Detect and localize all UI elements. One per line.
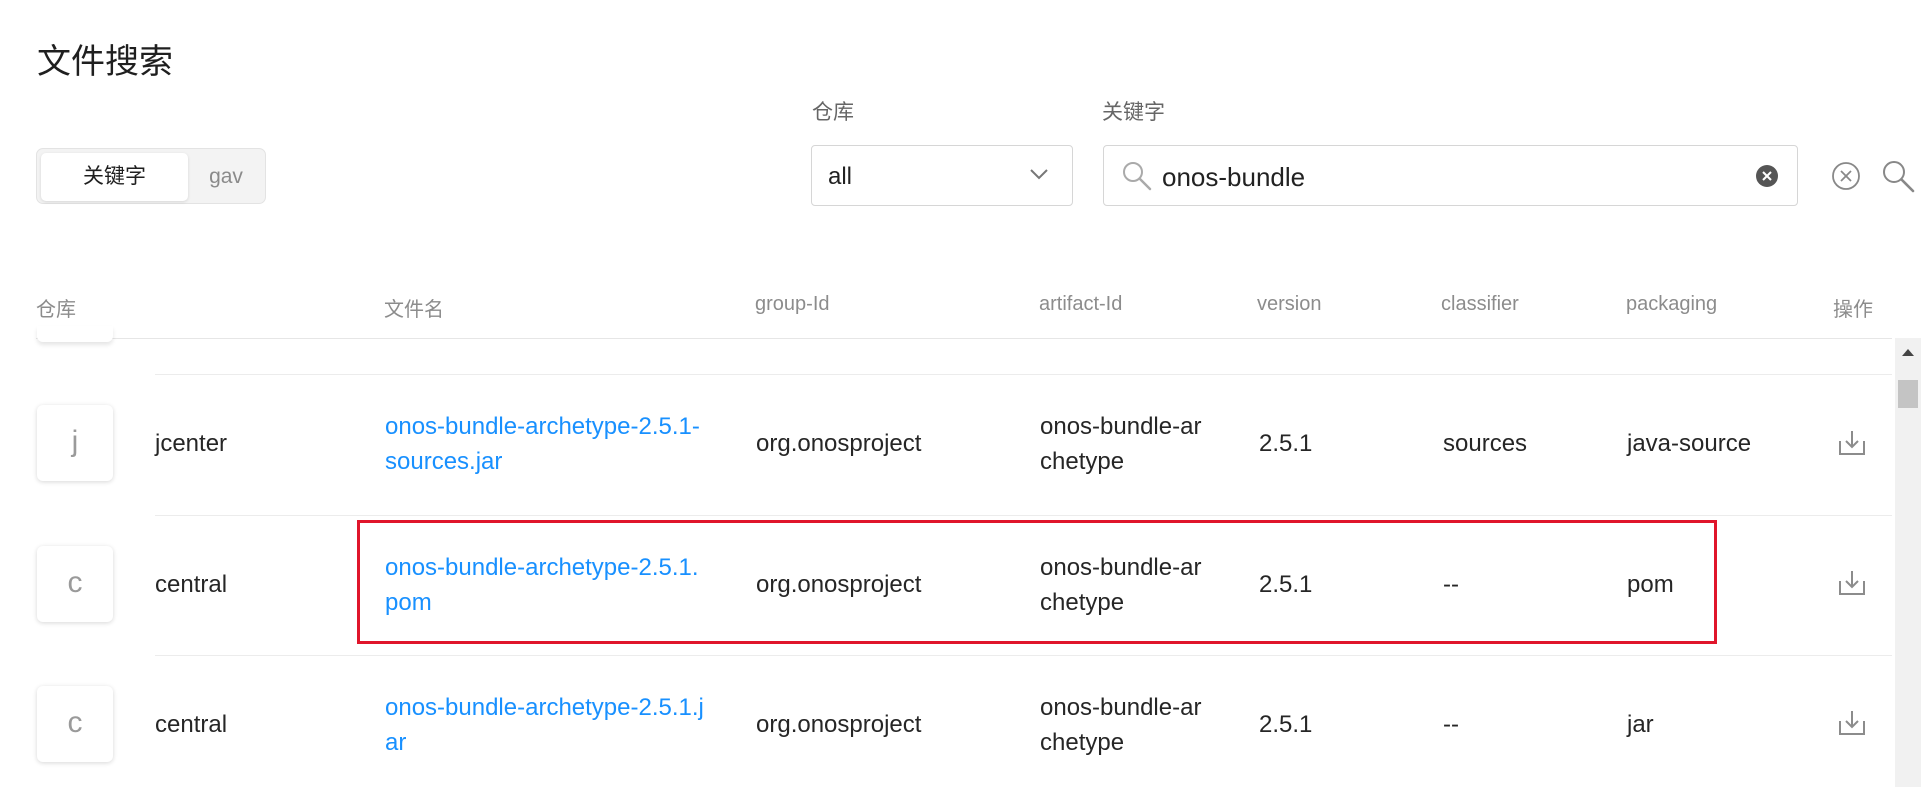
scrollbar-thumb[interactable]: [1898, 380, 1918, 408]
download-icon[interactable]: [1837, 708, 1867, 738]
artifact-id-line: chetype: [1040, 729, 1125, 756]
artifact-id-line: onos-bundle-ar: [1040, 413, 1202, 440]
filename-line: sources.jar: [385, 448, 503, 475]
version-cell: 2.5.1: [1259, 430, 1313, 457]
packaging-cell: jar: [1627, 711, 1654, 738]
search-mode-toggle: 关键字 gav: [36, 148, 266, 204]
artifact-id-line: chetype: [1040, 589, 1125, 616]
repo-filter-label: 仓库: [812, 101, 854, 124]
filename-link[interactable]: onos-bundle-archetype-2.5.1.j ar: [385, 690, 704, 760]
artifact-id-line: onos-bundle-ar: [1040, 694, 1202, 721]
row-divider: [155, 374, 1892, 375]
keyword-search-input[interactable]: [1160, 156, 1724, 198]
repo-avatar: c: [37, 686, 113, 762]
column-header-version: version: [1257, 293, 1322, 315]
packaging-cell: pom: [1627, 571, 1674, 598]
column-header-artifact-id: artifact-Id: [1039, 293, 1123, 315]
version-cell: 2.5.1: [1259, 571, 1313, 598]
group-id-cell: org.onosproject: [756, 571, 922, 598]
repo-cell: jcenter: [155, 430, 228, 457]
classifier-cell: --: [1443, 571, 1459, 598]
repo-avatar: j: [37, 405, 113, 481]
download-icon[interactable]: [1837, 568, 1867, 598]
reset-search-icon[interactable]: [1830, 160, 1862, 192]
keyword-search-box: [1103, 145, 1798, 206]
scroll-up-arrow-icon[interactable]: [1897, 340, 1919, 364]
page-title: 文件搜索: [37, 43, 173, 81]
filename-line: onos-bundle-archetype-2.5.1-: [385, 413, 700, 440]
column-header-group-id: group-Id: [755, 293, 830, 315]
artifact-id-cell: onos-bundle-ar chetype: [1040, 690, 1201, 760]
column-header-filename: 文件名: [384, 299, 444, 321]
download-icon[interactable]: [1837, 428, 1867, 458]
filename-line: pom: [385, 589, 432, 616]
group-id-cell: org.onosproject: [756, 430, 922, 457]
search-icon: [1123, 162, 1152, 191]
repo-cell: central: [155, 711, 228, 738]
repo-select-value: all: [828, 163, 853, 190]
mode-gav-option[interactable]: gav: [189, 153, 263, 201]
filename-line: ar: [385, 729, 407, 756]
table-header-divider: [36, 338, 1892, 339]
repo-avatar: c: [37, 546, 113, 622]
artifact-id-cell: onos-bundle-ar chetype: [1040, 550, 1201, 620]
chevron-down-icon: [1030, 169, 1048, 180]
classifier-cell: --: [1443, 711, 1459, 738]
mode-keyword-option[interactable]: 关键字: [41, 153, 188, 201]
partial-row-avatar: [37, 326, 113, 342]
keyword-filter-label: 关键字: [1102, 101, 1165, 124]
group-id-cell: org.onosproject: [756, 711, 922, 738]
artifact-id-cell: onos-bundle-ar chetype: [1040, 409, 1201, 479]
row-divider: [155, 655, 1892, 656]
artifact-id-line: chetype: [1040, 448, 1125, 475]
filename-link[interactable]: onos-bundle-archetype-2.5.1- sources.jar: [385, 409, 700, 479]
column-header-actions: 操作: [1833, 299, 1873, 321]
filename-line: onos-bundle-archetype-2.5.1.: [385, 554, 699, 581]
repo-cell: central: [155, 571, 228, 598]
row-divider: [155, 515, 1892, 516]
search-submit-icon[interactable]: [1880, 158, 1916, 194]
column-header-packaging: packaging: [1626, 293, 1718, 315]
clear-input-icon[interactable]: [1755, 164, 1779, 188]
column-header-classifier: classifier: [1441, 293, 1519, 315]
filename-line: onos-bundle-archetype-2.5.1.j: [385, 694, 704, 721]
classifier-cell: sources: [1443, 430, 1528, 457]
version-cell: 2.5.1: [1259, 711, 1313, 738]
filename-link[interactable]: onos-bundle-archetype-2.5.1. pom: [385, 550, 699, 620]
repo-select[interactable]: all: [811, 145, 1073, 206]
artifact-id-line: onos-bundle-ar: [1040, 554, 1202, 581]
packaging-cell: java-source: [1627, 430, 1752, 457]
column-header-repo: 仓库: [36, 299, 76, 321]
